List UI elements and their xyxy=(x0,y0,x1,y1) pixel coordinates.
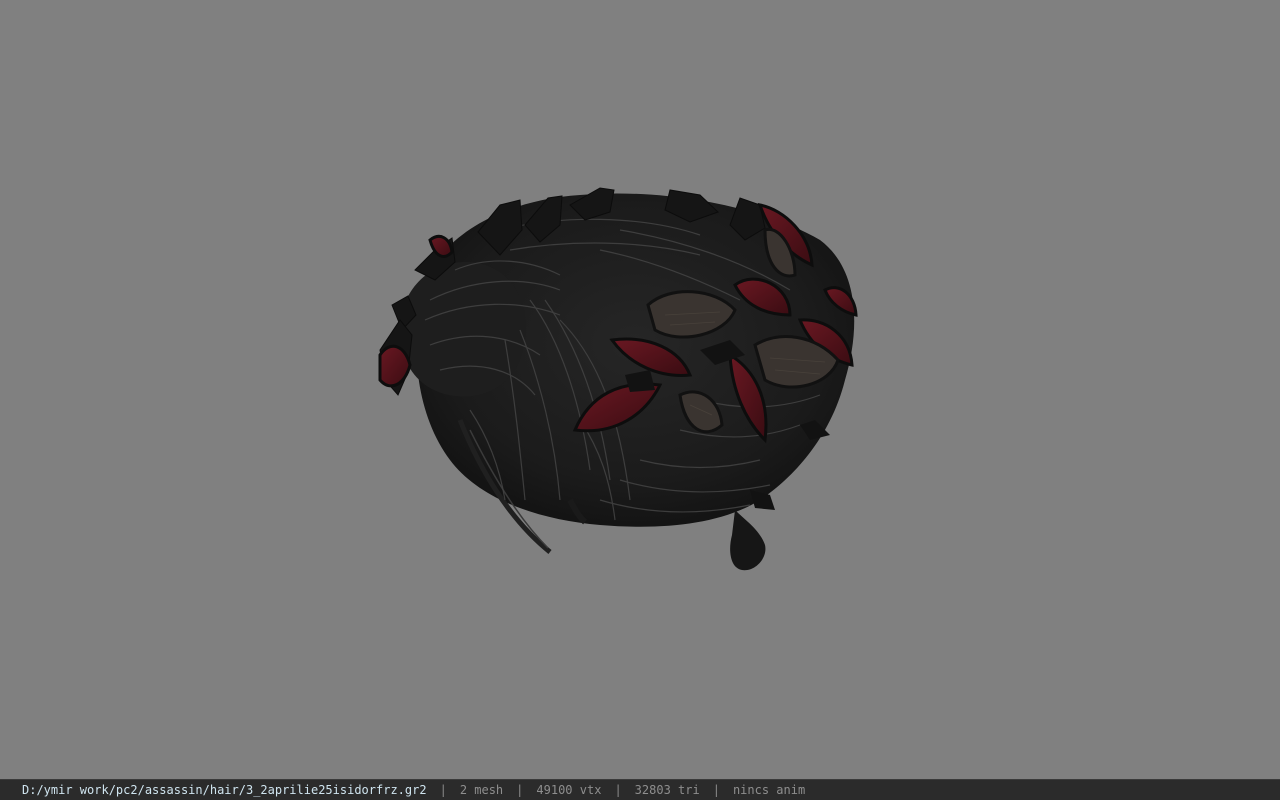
separator: | xyxy=(712,783,720,797)
animation-status: nincs anim xyxy=(732,783,806,797)
separator: | xyxy=(614,783,622,797)
mesh-count: 2 mesh xyxy=(459,783,504,797)
file-path: D:/ymir work/pc2/assassin/hair/3_2aprili… xyxy=(22,783,427,797)
separator: | xyxy=(439,783,447,797)
3d-viewport[interactable] xyxy=(0,0,1280,779)
hair-model[interactable] xyxy=(0,0,1280,779)
separator: | xyxy=(516,783,524,797)
vertex-count: 49100 vtx xyxy=(536,783,602,797)
status-bar: D:/ymir work/pc2/assassin/hair/3_2aprili… xyxy=(0,779,1280,800)
triangle-count: 32803 tri xyxy=(634,783,700,797)
